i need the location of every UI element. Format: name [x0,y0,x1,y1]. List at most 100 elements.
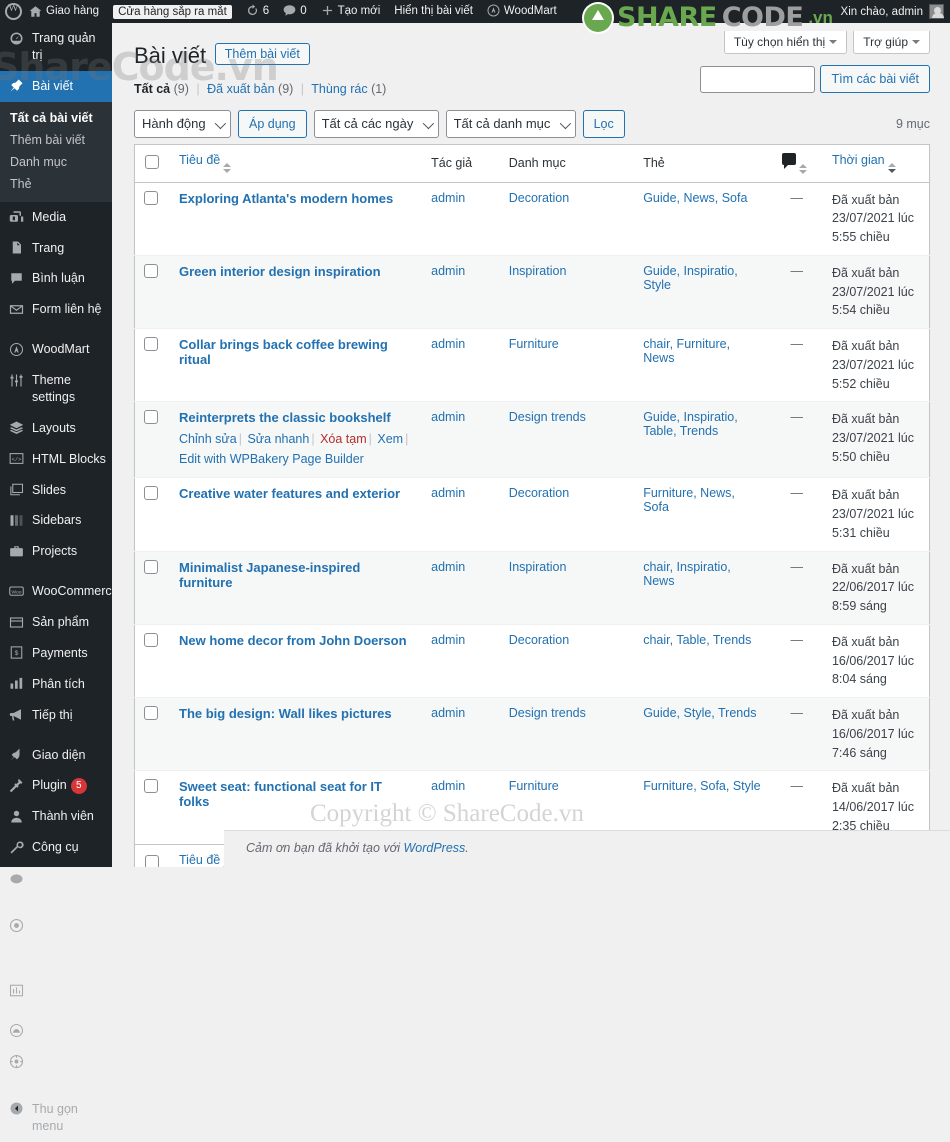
sidebar-item-sidebars[interactable]: Sidebars [0,505,112,536]
sidebar-item-tools[interactable]: Công cụ [0,832,112,863]
wordpress-logo-icon[interactable] [5,2,22,20]
sort-title-link-footer[interactable]: Tiêu đề [179,853,220,867]
post-author-link[interactable]: admin [431,706,465,720]
post-title-link[interactable]: Collar brings back coffee brewing ritual [179,337,388,367]
sidebar-item-pages[interactable]: Trang [0,233,112,264]
row-checkbox[interactable] [144,190,158,205]
sidebar-subitem-all-posts[interactable]: Tất cả bài viết [0,107,112,129]
sidebar-item-users[interactable]: Thành viên [0,801,112,832]
post-tags-link[interactable]: Guide, Inspiratio, Style [643,264,738,292]
row-checkbox[interactable] [144,263,158,278]
add-new-post-button[interactable]: Thêm bài viết [214,43,310,65]
post-tags-link[interactable]: Guide, Inspiratio, Table, Trends [643,410,738,438]
adminbar-item-site-name[interactable]: Giao hàng [22,0,106,23]
sidebar-item-slides[interactable]: Slides [0,475,112,506]
row-checkbox[interactable] [144,706,158,721]
post-author-link[interactable]: admin [431,560,465,574]
post-author-link[interactable]: admin [431,337,465,351]
view-link-all[interactable]: Tất cả [134,82,170,96]
sidebar-subitem-tags[interactable]: Thẻ [0,173,112,195]
post-category-link[interactable]: Furniture [509,337,559,351]
post-title-link[interactable]: Minimalist Japanese-inspired furniture [179,560,360,590]
sidebar-item-products[interactable]: Sản phẩm [0,607,112,638]
post-tags-link[interactable]: Furniture, Sofa, Style [643,779,760,793]
sidebar-subitem-add-post[interactable]: Thêm bài viết [0,129,112,151]
column-header-title[interactable]: Tiêu đề [169,144,422,183]
row-checkbox[interactable] [144,337,158,352]
row-action-trash[interactable]: Xóa tạm [320,432,367,446]
table-row[interactable]: Exploring Atlanta's modern homes admin D… [134,181,930,256]
sidebar-item-slider-revolution[interactable]: Slider Revolution [0,1046,112,1094]
sidebar-item-layouts[interactable]: Layouts [0,413,112,444]
row-checkbox[interactable] [144,779,158,794]
row-action-edit-wpbakery[interactable]: Edit with WPBakery Page Builder [179,452,364,466]
category-filter-select[interactable]: Tất cả danh mục [445,109,576,138]
row-action-edit[interactable]: Chỉnh sửa [179,432,237,446]
filter-button[interactable]: Lọc [582,109,625,138]
sidebar-item-woocommerce[interactable]: Woo WooCommerce [0,576,119,607]
display-options-button[interactable]: Tùy chọn hiển thị [723,31,848,54]
sidebar-subitem-categories[interactable]: Danh mục [0,151,112,173]
post-category-link[interactable]: Inspiration [509,560,567,574]
sidebar-item-payments[interactable]: $ Payments [0,638,112,669]
table-row[interactable]: Creative water features and exterior adm… [134,477,930,552]
sidebar-item-collapse-menu[interactable]: Thu gọn menu [0,1094,112,1142]
post-category-link[interactable]: Decoration [509,486,569,500]
table-row[interactable]: Minimalist Japanese-inspired furniture a… [134,550,930,625]
adminbar-item-woodmart[interactable]: WoodMart [480,0,564,23]
select-all-checkbox[interactable] [145,154,159,169]
sidebar-item-analytics[interactable]: Phân tích [0,669,112,700]
post-category-link[interactable]: Design trends [509,706,586,720]
adminbar-item-updates[interactable]: 6 [239,0,276,23]
post-author-link[interactable]: admin [431,410,465,424]
row-checkbox[interactable] [144,632,158,647]
post-tags-link[interactable]: Guide, News, Sofa [643,191,747,205]
post-tags-link[interactable]: Furniture, News, Sofa [643,486,735,514]
post-category-link[interactable]: Decoration [509,633,569,647]
sidebar-item-plugins[interactable]: Plugin 5 [0,770,112,801]
post-author-link[interactable]: admin [431,264,465,278]
adminbar-item-new[interactable]: Tạo mới [314,0,388,23]
table-row[interactable]: Reinterprets the classic bookshelf Chỉnh… [134,401,930,478]
post-author-link[interactable]: admin [431,486,465,500]
help-button[interactable]: Trợ giúp [853,31,930,54]
sidebar-item-wpbakery[interactable]: WPBakery Page Builder [0,863,112,911]
post-title-link[interactable]: Exploring Atlanta's modern homes [179,191,393,206]
sidebar-item-migration[interactable]: All-in-One WP Migration [0,911,112,976]
table-row[interactable]: The big design: Wall likes pictures admi… [134,697,930,771]
post-tags-link[interactable]: chair, Inspiratio, News [643,560,731,588]
post-tags-link[interactable]: Guide, Style, Trends [643,706,756,720]
sidebar-item-posts[interactable]: Bài viết [0,70,112,102]
sort-title-link[interactable]: Tiêu đề [179,153,220,167]
view-link-trash[interactable]: Thùng rác [311,82,367,96]
sidebar-item-marketing[interactable]: Tiếp thị [0,700,112,731]
adminbar-item-view-posts[interactable]: Hiển thị bài viết [387,0,480,23]
bulk-action-select[interactable]: Hành động [134,109,231,138]
post-tags-link[interactable]: chair, Furniture, News [643,337,730,365]
table-row[interactable]: New home decor from John Doerson admin D… [134,623,930,698]
post-author-link[interactable]: admin [431,633,465,647]
post-author-link[interactable]: admin [431,191,465,205]
post-title-link[interactable]: Reinterprets the classic bookshelf [179,410,391,425]
sidebar-item-media[interactable]: Media [0,202,112,233]
view-link-published[interactable]: Đã xuất bản [207,82,274,96]
post-title-link[interactable]: The big design: Wall likes pictures [179,706,392,721]
column-header-comments[interactable] [771,144,822,183]
post-title-link[interactable]: New home decor from John Doerson [179,633,407,648]
select-all-checkbox-footer[interactable] [145,854,159,867]
sort-date-link[interactable]: Thời gian [832,153,885,167]
table-row[interactable]: Collar brings back coffee brewing ritual… [134,328,930,402]
sidebar-item-html-blocks[interactable]: </> HTML Blocks [0,444,112,475]
post-category-link[interactable]: Furniture [509,779,559,793]
table-row[interactable]: Green interior design inspiration admin … [134,254,930,329]
date-filter-select[interactable]: Tất cả các ngày [313,109,439,138]
search-submit-button[interactable]: Tìm các bài viết [820,65,930,93]
row-action-quick-edit[interactable]: Sửa nhanh [247,432,309,446]
post-author-link[interactable]: admin [431,779,465,793]
search-input[interactable] [700,65,816,93]
sidebar-item-mc4wp[interactable]: MC4WP [0,1015,112,1046]
row-checkbox[interactable] [144,486,158,501]
post-title-link[interactable]: Green interior design inspiration [179,264,381,279]
adminbar-account[interactable]: Xin chào, admin [841,4,950,19]
adminbar-item-coming-soon[interactable]: Cửa hàng sắp ra mắt [106,0,239,23]
